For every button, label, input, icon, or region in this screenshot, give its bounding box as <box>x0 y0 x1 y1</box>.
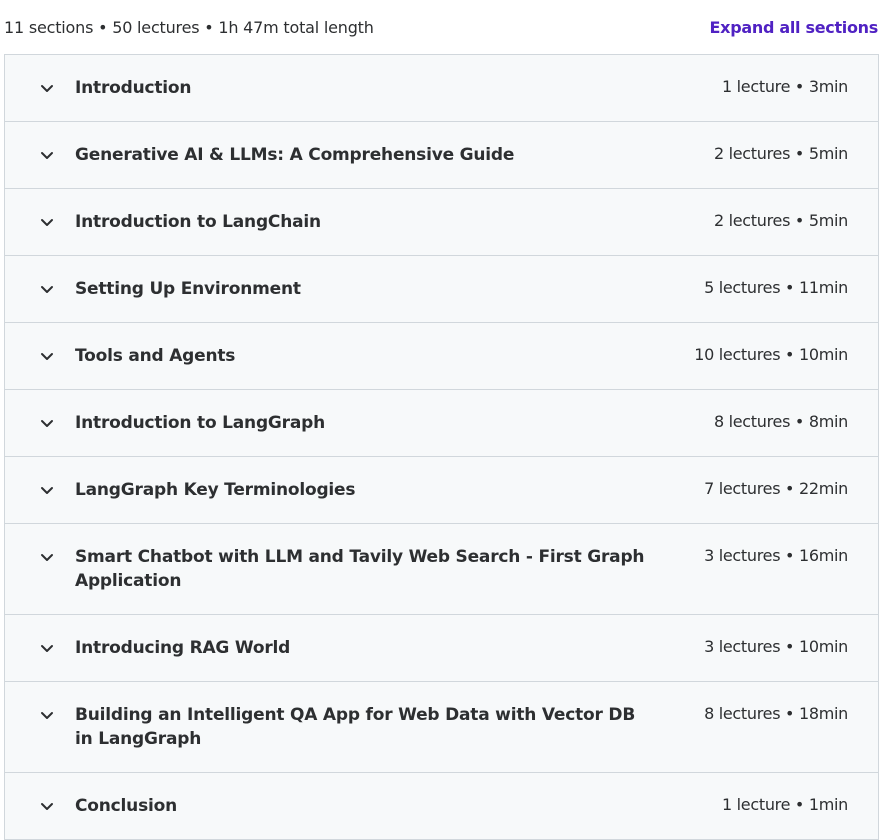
section-lecture-count: 3 lectures • 10min <box>704 637 848 656</box>
section-panel-2[interactable]: Introduction to LangChain 2 lectures • 5… <box>5 189 878 256</box>
curriculum-section-list: Introduction 1 lecture • 3min Generative… <box>4 54 879 840</box>
section-panel-9[interactable]: Building an Intelligent QA App for Web D… <box>5 682 878 773</box>
section-lecture-count: 10 lectures • 10min <box>694 345 848 364</box>
chevron-down-icon <box>39 482 55 498</box>
section-panel-10[interactable]: Conclusion 1 lecture • 1min <box>5 773 878 839</box>
chevron-down-icon <box>39 549 55 565</box>
section-title: Tools and Agents <box>75 346 236 366</box>
section-title: Generative AI & LLMs: A Comprehensive Gu… <box>75 145 515 165</box>
section-lecture-count: 1 lecture • 3min <box>722 77 848 96</box>
section-panel-7[interactable]: Smart Chatbot with LLM and Tavily Web Se… <box>5 524 878 615</box>
section-panel-8[interactable]: Introducing RAG World 3 lectures • 10min <box>5 615 878 682</box>
section-title: Introduction to LangChain <box>75 212 321 232</box>
section-title: Building an Intelligent QA App for Web D… <box>75 705 636 749</box>
section-lecture-count: 8 lectures • 18min <box>704 704 848 723</box>
section-title: Smart Chatbot with LLM and Tavily Web Se… <box>75 547 645 591</box>
curriculum-summary: 11 sections • 50 lectures • 1h 47m total… <box>4 18 374 37</box>
section-title: Introducing RAG World <box>75 638 291 658</box>
section-panel-5[interactable]: Introduction to LangGraph 8 lectures • 8… <box>5 390 878 457</box>
section-panel-3[interactable]: Setting Up Environment 5 lectures • 11mi… <box>5 256 878 323</box>
section-lecture-count: 1 lecture • 1min <box>722 795 848 814</box>
section-lecture-count: 5 lectures • 11min <box>704 278 848 297</box>
section-title: Conclusion <box>75 796 177 816</box>
section-lecture-count: 3 lectures • 16min <box>704 546 848 565</box>
section-panel-0[interactable]: Introduction 1 lecture • 3min <box>5 55 878 122</box>
section-title: Introduction <box>75 78 192 98</box>
section-lecture-count: 2 lectures • 5min <box>713 144 848 163</box>
chevron-down-icon <box>39 147 55 163</box>
chevron-down-icon <box>39 415 55 431</box>
section-panel-4[interactable]: Tools and Agents 10 lectures • 10min <box>5 323 878 390</box>
section-title: LangGraph Key Terminologies <box>75 480 356 500</box>
section-panel-6[interactable]: LangGraph Key Terminologies 7 lectures •… <box>5 457 878 524</box>
chevron-down-icon <box>39 640 55 656</box>
chevron-down-icon <box>39 348 55 364</box>
chevron-down-icon <box>39 707 55 723</box>
section-title: Introduction to LangGraph <box>75 413 326 433</box>
section-panel-1[interactable]: Generative AI & LLMs: A Comprehensive Gu… <box>5 122 878 189</box>
section-title: Setting Up Environment <box>75 279 301 299</box>
section-lecture-count: 7 lectures • 22min <box>704 479 848 498</box>
chevron-down-icon <box>39 80 55 96</box>
section-lecture-count: 8 lectures • 8min <box>713 412 848 431</box>
chevron-down-icon <box>39 281 55 297</box>
chevron-down-icon <box>39 798 55 814</box>
expand-all-sections-button[interactable]: Expand all sections <box>710 17 879 39</box>
chevron-down-icon <box>39 214 55 230</box>
curriculum-summary-bar: 11 sections • 50 lectures • 1h 47m total… <box>0 0 883 54</box>
section-lecture-count: 2 lectures • 5min <box>713 211 848 230</box>
